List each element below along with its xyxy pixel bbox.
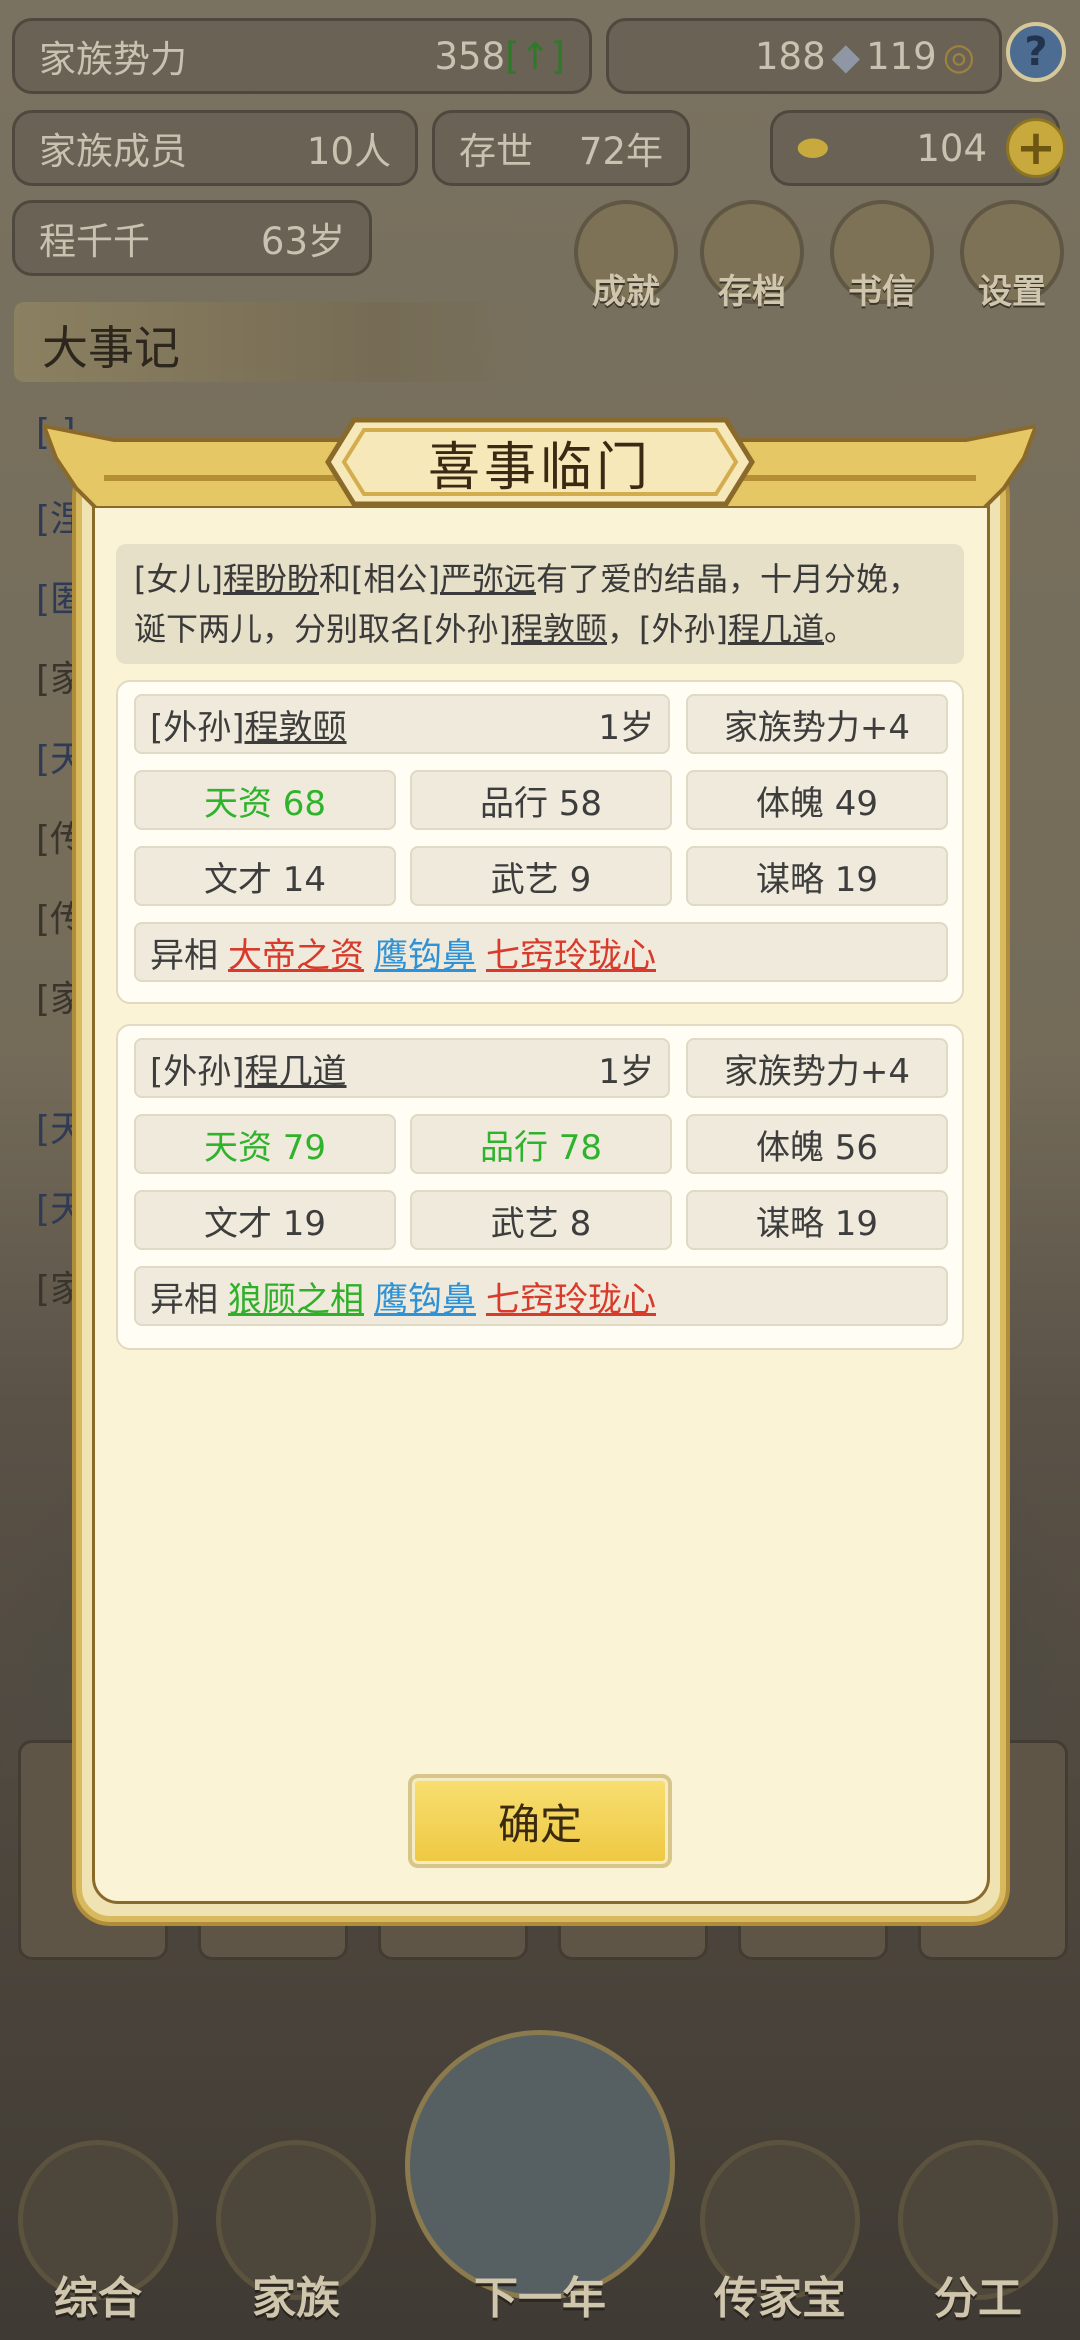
stat-conduct: 品行 58 [410,770,672,830]
family-power-value: 358 [434,34,506,78]
silver-value: 188 [754,34,826,78]
stat-talent: 天资 68 [134,770,396,830]
birth-announcement: [女儿]程盼盼和[相公]严弥远有了爱的结晶，十月分娩，诞下两儿，分别取名[外孙]… [116,544,964,664]
trait-link[interactable]: 狼顾之相 [228,1272,364,1321]
stat-literary: 文才 14 [134,846,396,906]
help-icon[interactable]: ? [1006,22,1066,82]
announcement-text: ，[外孙] [607,610,728,648]
child-name-link[interactable]: 程敦颐 [245,700,347,749]
nav-overview[interactable]: 综合 [8,2140,188,2340]
traits-label: 异相 [150,1279,218,1320]
silver-ingot-icon: ◆ [831,34,861,78]
child-card: [外孙] 程几道 1岁 家族势力+4 天资 79 品行 78 体魄 56 文才 1… [116,1024,964,1350]
family-power-bar[interactable]: 家族势力 358 [↑] [12,18,592,94]
coin-value: 119 [866,34,937,78]
gold-value: 104 [916,126,987,170]
achievement-button[interactable]: 成就 [568,200,684,326]
stat-conduct: 品行 78 [410,1114,672,1174]
announcement-text: 。 [824,610,857,648]
child-traits: 异相 狼顾之相 鹰钩鼻 七窍玲珑心 [134,1266,948,1326]
add-gold-icon[interactable]: + [1006,118,1066,178]
currency-bar: 188 ◆ 119 ◎ [606,18,1002,94]
child-card: [外孙] 程敦颐 1岁 家族势力+4 天资 68 品行 58 体魄 49 文才 1… [116,680,964,1004]
settings-label: 设置 [978,272,1046,312]
save-button[interactable]: 存档 [694,200,810,326]
child-relation: [外孙] [150,1051,245,1092]
stat-physique: 体魄 49 [686,770,948,830]
family-members-value: 10人 [306,130,391,173]
dialog-title: 喜事临门 [427,437,652,498]
traits-label: 异相 [150,935,218,976]
patriarch-name: 程千千 [39,220,150,263]
stat-physique: 体魄 56 [686,1114,948,1174]
trait-link[interactable]: 七窍玲珑心 [486,928,656,977]
stat-martial: 武艺 8 [410,1190,672,1250]
child-power: 家族势力+4 [686,1038,948,1098]
stat-strategy: 谋略 19 [686,846,948,906]
daughter-name-link[interactable]: 程盼盼 [223,560,319,598]
stat-martial: 武艺 9 [410,846,672,906]
patriarch-bar[interactable]: 程千千 63岁 [12,200,372,276]
coin-icon: ◎ [942,34,975,78]
mountain-sun-icon [405,2030,675,2300]
child1-name-link[interactable]: 程敦颐 [511,610,607,648]
trait-link[interactable]: 鹰钩鼻 [374,1272,476,1321]
existence-bar: 存世 72年 [432,110,690,186]
patriarch-age: 63岁 [260,220,345,263]
family-members-bar[interactable]: 家族成员 10人 [12,110,418,186]
child2-name-link[interactable]: 程几道 [728,610,824,648]
existence-label: 存世 [459,130,533,173]
letter-label: 书信 [848,272,916,312]
child-relation: [外孙] [150,707,245,748]
child-age: 1岁 [598,707,654,748]
nav-overview-label: 综合 [54,2273,142,2324]
family-power-badge: [↑] [505,34,565,78]
save-label: 存档 [718,272,786,312]
nav-heirloom-label: 传家宝 [714,2273,846,2324]
event-log-title: 大事记 [14,302,534,382]
child-age: 1岁 [598,1051,654,1092]
achievement-label: 成就 [592,272,660,312]
child-name-cell: [外孙] 程敦颐 1岁 [134,694,670,754]
nav-heirloom[interactable]: 传家宝 [690,2140,870,2340]
confirm-button[interactable]: 确定 [408,1774,672,1868]
announcement-text: [女儿] [134,560,223,598]
gold-ingot-icon: ⬬ [797,126,829,169]
husband-name-link[interactable]: 严弥远 [440,560,536,598]
nav-next-year-label: 下一年 [474,2273,606,2324]
stat-strategy: 谋略 19 [686,1190,948,1250]
nav-next-year[interactable]: 下一年 [400,2030,680,2340]
letter-button[interactable]: 书信 [824,200,940,326]
trait-link[interactable]: 大帝之资 [228,928,364,977]
settings-button[interactable]: 设置 [954,200,1070,326]
nav-family-label: 家族 [252,2273,340,2324]
nav-family[interactable]: 家族 [206,2140,386,2340]
trait-link[interactable]: 鹰钩鼻 [374,928,476,977]
child-traits: 异相 大帝之资 鹰钩鼻 七窍玲珑心 [134,922,948,982]
existence-value: 72年 [578,130,663,173]
child-name-link[interactable]: 程几道 [245,1044,347,1093]
child-power: 家族势力+4 [686,694,948,754]
announcement-text: 和[相公] [319,560,440,598]
nav-assignment-label: 分工 [934,2273,1022,2324]
stat-literary: 文才 19 [134,1190,396,1250]
family-members-label: 家族成员 [39,130,187,173]
stat-talent: 天资 79 [134,1114,396,1174]
trait-link[interactable]: 七窍玲珑心 [486,1272,656,1321]
nav-assignment[interactable]: 分工 [888,2140,1068,2340]
child-name-cell: [外孙] 程几道 1岁 [134,1038,670,1098]
family-power-label: 家族势力 [39,38,187,81]
